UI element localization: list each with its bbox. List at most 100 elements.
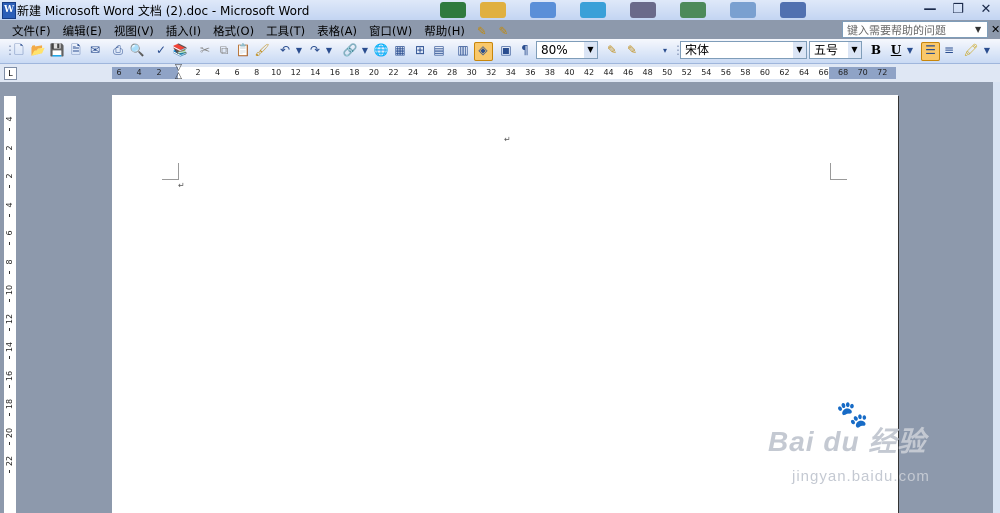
ruler-tick-label: 68: [838, 68, 849, 77]
horizontal-ruler[interactable]: [112, 67, 896, 79]
vruler-dot: [9, 356, 10, 359]
menu-file[interactable]: 文件(F): [6, 22, 57, 40]
ruler-tick-label: 30: [466, 68, 477, 77]
ruler-tick-label: 16: [329, 68, 340, 77]
toolbar-grip-icon[interactable]: ⋮: [4, 43, 16, 58]
pencil-icon[interactable]: ✎: [471, 22, 493, 40]
align-center-icon[interactable]: ≡: [941, 43, 957, 58]
vertical-scrollbar[interactable]: [993, 82, 1000, 513]
highlight-dropdown-icon[interactable]: ▼: [982, 43, 992, 58]
vruler-tick-label: 16: [5, 370, 14, 381]
insert-excel-icon[interactable]: ▤: [431, 43, 447, 58]
ruler-tick-label: 72: [877, 68, 888, 77]
toolbar-options-icon[interactable]: ▾: [660, 43, 670, 58]
drawing-icon: ◈: [478, 43, 488, 57]
close-document-icon[interactable]: ✕: [991, 21, 1000, 38]
vruler-dot: [9, 413, 10, 416]
globe-icon[interactable]: 🌐: [373, 43, 389, 58]
ruler-tick-label: 12: [290, 68, 301, 77]
pencil-icon-2[interactable]: ✎: [493, 22, 515, 40]
close-button[interactable]: ✕: [972, 0, 1000, 20]
menu-help[interactable]: 帮助(H): [418, 22, 471, 40]
margin-corner-top-right: [830, 163, 847, 180]
ruler-tick-label: 62: [779, 68, 790, 77]
undo-icon[interactable]: ↶: [277, 43, 293, 58]
read-mode-icon[interactable]: ✎: [604, 43, 620, 58]
save-icon[interactable]: 💾: [49, 43, 65, 58]
ruler-tick-label: 22: [388, 68, 399, 77]
underline-dropdown-icon[interactable]: ▼: [905, 43, 915, 58]
help-dropdown-icon[interactable]: ▼: [975, 21, 981, 38]
highlight-icon[interactable]: 🖍: [963, 43, 979, 58]
open-folder-icon[interactable]: 📂: [30, 43, 46, 58]
zoom-dropdown-icon[interactable]: ▼: [584, 42, 597, 58]
spelling-icon[interactable]: ✓: [153, 43, 169, 58]
tab-selector[interactable]: L: [4, 67, 17, 80]
minimize-button[interactable]: —: [916, 0, 944, 20]
format-painter-icon[interactable]: 🖌: [254, 43, 270, 58]
undo-dropdown-icon[interactable]: ▼: [294, 43, 304, 58]
tables-borders-icon[interactable]: ▦: [392, 43, 408, 58]
vruler-tick-label: 8: [5, 258, 14, 265]
ruler-tick-label: 36: [525, 68, 536, 77]
reading-layout-icon[interactable]: ✎: [624, 43, 640, 58]
vertical-ruler[interactable]: 4 2 2 4 6 8 10 12 14 16 18 20 22: [4, 96, 16, 513]
show-hide-icon[interactable]: ¶: [517, 43, 533, 58]
font-name-combo[interactable]: 宋体 ▼: [680, 41, 807, 59]
vruler-dot: [9, 185, 10, 188]
menu-insert[interactable]: 插入(I): [160, 22, 207, 40]
columns-icon[interactable]: ▥: [455, 43, 471, 58]
print-preview-icon[interactable]: 🔍: [129, 43, 145, 58]
window-title: 新建 Microsoft Word 文档 (2).doc - Microsoft…: [17, 4, 310, 18]
menu-edit[interactable]: 编辑(E): [57, 22, 108, 40]
copy-icon[interactable]: ⧉: [216, 43, 232, 58]
vruler-tick-label: 20: [5, 427, 14, 438]
menu-view[interactable]: 视图(V): [108, 22, 160, 40]
underline-button[interactable]: U: [887, 42, 905, 59]
restore-button[interactable]: ❐: [944, 0, 972, 20]
indent-marker-icon[interactable]: ▽ △: [174, 64, 183, 82]
ruler-tick-label: 50: [662, 68, 673, 77]
insert-table-icon[interactable]: ⊞: [412, 43, 428, 58]
ruler-tick-label: 48: [642, 68, 653, 77]
research-icon[interactable]: 📚: [172, 43, 188, 58]
formatting-toolbar-grip-icon[interactable]: ⋮: [672, 43, 684, 58]
new-document-icon[interactable]: 🗋: [11, 43, 27, 58]
menu-format[interactable]: 格式(O): [207, 22, 260, 40]
cut-icon[interactable]: ✂: [197, 43, 213, 58]
vruler-dot: [9, 128, 10, 131]
permission-icon[interactable]: 🗎: [68, 43, 84, 58]
menu-table[interactable]: 表格(A): [311, 22, 363, 40]
ruler-tick-label: 34: [505, 68, 516, 77]
menu-window[interactable]: 窗口(W): [363, 22, 418, 40]
redo-icon[interactable]: ↷: [307, 43, 323, 58]
ruler-tick-label: 66: [818, 68, 829, 77]
standard-toolbar: ⋮ 🗋 📂 💾 🗎 ✉ ⎙ 🔍 ✓ 📚 ✂ ⧉ 📋 🖌 ↶ ▼ ↷ ▼ 🔗 ▼ …: [0, 39, 1000, 64]
ruler-tick-label: 2: [156, 68, 162, 77]
menu-tools[interactable]: 工具(T): [260, 22, 311, 40]
hyperlink-dropdown-icon[interactable]: ▼: [360, 43, 370, 58]
ruler-tick-label: 2: [195, 68, 201, 77]
hyperlink-icon[interactable]: 🔗: [342, 43, 358, 58]
ruler-tick-label: 18: [349, 68, 360, 77]
ruler-tick-label: 4: [215, 68, 221, 77]
font-name-value: 宋体: [685, 43, 710, 57]
font-name-dropdown-icon[interactable]: ▼: [793, 42, 806, 58]
zoom-value: 80%: [541, 43, 568, 57]
align-justify-icon: ☰: [925, 43, 936, 57]
paste-icon[interactable]: 📋: [235, 43, 251, 58]
document-map-icon[interactable]: ▣: [498, 43, 514, 58]
ruler-tick-label: 24: [407, 68, 419, 77]
redo-dropdown-icon[interactable]: ▼: [324, 43, 334, 58]
print-icon[interactable]: ⎙: [110, 43, 126, 58]
vruler-tick-label: 2: [5, 144, 14, 151]
font-size-combo[interactable]: 五号 ▼: [809, 41, 862, 59]
email-icon[interactable]: ✉: [87, 43, 103, 58]
zoom-combo[interactable]: 80% ▼: [536, 41, 598, 59]
ruler-tick-label: 70: [857, 68, 868, 77]
font-size-dropdown-icon[interactable]: ▼: [848, 42, 861, 58]
bold-button[interactable]: B: [867, 42, 885, 59]
vruler-dot: [9, 327, 10, 331]
help-search-input[interactable]: 键入需要帮助的问题: [842, 21, 988, 38]
word-app-icon[interactable]: W: [2, 2, 16, 19]
